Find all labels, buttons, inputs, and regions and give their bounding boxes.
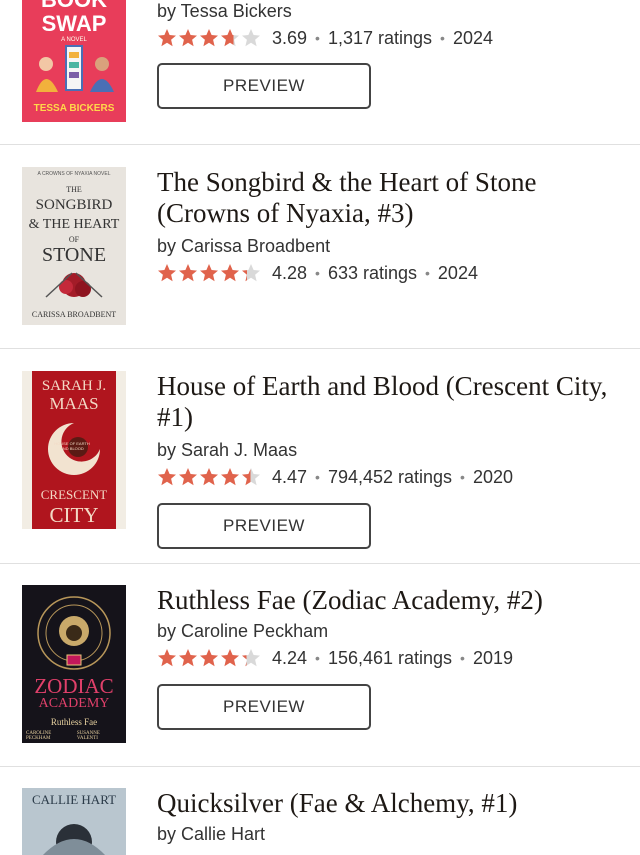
star-icon: [242, 649, 260, 667]
book-cover[interactable]: BOOK SWAP A NOVEL TESSA BICKERS: [22, 0, 126, 122]
star-icon: [158, 264, 176, 282]
star-icon: [158, 29, 176, 47]
separator-dot: •: [425, 265, 430, 281]
star-rating: [157, 467, 262, 487]
star-icon: [242, 468, 260, 486]
book-author[interactable]: by Callie Hart: [157, 823, 620, 845]
book-title[interactable]: Quicksilver (Fae & Alchemy, #1): [157, 788, 620, 819]
publication-year: 2020: [472, 466, 513, 487]
star-icon: [221, 468, 239, 486]
cover-tag: A NOVEL: [61, 37, 87, 43]
cover-author: SUSANNE VALENTI: [76, 731, 100, 741]
book-title[interactable]: The Songbird & the Heart of Stone (Crown…: [157, 167, 620, 229]
separator-dot: •: [315, 650, 320, 666]
book-cover[interactable]: ZODIAC ACADEMY Ruthless Fae CAROLINE PEC…: [22, 585, 126, 743]
average-rating: 3.69: [272, 27, 308, 48]
book-author[interactable]: by Tessa Bickers: [157, 0, 620, 22]
star-icon: [179, 264, 197, 282]
publication-year: 2024: [452, 27, 493, 48]
star-icon: [200, 29, 218, 47]
cover-title: CRESCENT CITY: [40, 487, 108, 527]
star-icon: [200, 468, 218, 486]
book-item: ZODIAC ACADEMY Ruthless Fae CAROLINE PEC…: [0, 564, 640, 767]
ratings-count: 794,452 ratings: [327, 466, 453, 487]
cover-subtitle: Ruthless Fae: [50, 717, 98, 727]
publication-year: 2019: [472, 647, 513, 668]
preview-button[interactable]: PREVIEW: [157, 63, 371, 109]
book-title[interactable]: House of Earth and Blood (Crescent City,…: [157, 371, 620, 433]
cover-series: A CROWNS OF NYAXIA NOVEL: [37, 171, 111, 177]
cover-title: THE SONGBIRD & THE HEART OF STONE: [28, 185, 120, 266]
star-icon: [179, 649, 197, 667]
cover-author: CARISSA BROADBENT: [31, 310, 117, 319]
cover-title: BOOK SWAP: [41, 0, 107, 36]
cover-illustration: [37, 596, 111, 670]
star-rating: [157, 648, 262, 668]
book-author[interactable]: by Sarah J. Maas: [157, 439, 620, 461]
publication-year: 2024: [437, 262, 478, 283]
separator-dot: •: [315, 265, 320, 281]
cover-illustration: [36, 45, 114, 92]
rating-row: 4.47 • 794,452 ratings • 2020: [157, 465, 620, 489]
ratings-count: 633 ratings: [327, 262, 418, 283]
book-item: SARAH J. MAAS HOUSE OF EARTH AND BLOOD C…: [0, 349, 640, 564]
star-icon: [221, 29, 239, 47]
book-cover[interactable]: SARAH J. MAAS HOUSE OF EARTH AND BLOOD C…: [22, 371, 126, 529]
ratings-count: 1,317 ratings: [327, 27, 433, 48]
cover-title: ZODIAC ACADEMY: [34, 674, 114, 712]
separator-dot: •: [315, 30, 320, 46]
rating-row: 4.24 • 156,461 ratings • 2019: [157, 646, 620, 670]
book-item: CALLIE HART Quicksilver (Fae & Alchemy, …: [0, 767, 640, 855]
average-rating: 4.47: [272, 466, 308, 487]
average-rating: 4.24: [272, 647, 308, 668]
book-item: A CROWNS OF NYAXIA NOVEL THE SONGBIRD & …: [0, 145, 640, 349]
star-icon: [242, 264, 260, 282]
separator-dot: •: [315, 469, 320, 485]
rating-row: 3.69 • 1,317 ratings • 2024: [157, 26, 620, 50]
cover-illustration: [45, 272, 103, 298]
cover-illustration: [43, 824, 105, 855]
star-icon: [158, 468, 176, 486]
book-cover[interactable]: A CROWNS OF NYAXIA NOVEL THE SONGBIRD & …: [22, 167, 126, 325]
cover-authors: CAROLINE PECKHAM SUSANNE VALENTI: [26, 731, 122, 741]
star-icon: [179, 29, 197, 47]
book-author[interactable]: by Carissa Broadbent: [157, 235, 620, 257]
book-cover[interactable]: CALLIE HART: [22, 788, 126, 855]
separator-dot: •: [460, 469, 465, 485]
star-icon: [242, 29, 260, 47]
star-icon: [179, 468, 197, 486]
star-icon: [200, 649, 218, 667]
average-rating: 4.28: [272, 262, 308, 283]
cover-subtitle: HOUSE OF EARTH AND BLOOD: [54, 441, 90, 451]
star-icon: [221, 264, 239, 282]
preview-button[interactable]: PREVIEW: [157, 503, 371, 549]
separator-dot: •: [460, 650, 465, 666]
star-icon: [221, 649, 239, 667]
book-title[interactable]: Ruthless Fae (Zodiac Academy, #2): [157, 585, 620, 616]
star-icon: [158, 649, 176, 667]
star-icon: [200, 264, 218, 282]
cover-author: CALLIE HART: [31, 792, 117, 807]
rating-row: 4.28 • 633 ratings • 2024: [157, 261, 620, 285]
book-item: BOOK SWAP A NOVEL TESSA BICKERS by Tessa…: [0, 0, 640, 145]
cover-author: SARAH J. MAAS: [41, 378, 107, 413]
separator-dot: •: [440, 30, 445, 46]
cover-author: CAROLINE PECKHAM: [26, 731, 52, 741]
book-author[interactable]: by Caroline Peckham: [157, 620, 620, 642]
star-rating: [157, 28, 262, 48]
cover-author: TESSA BICKERS: [33, 103, 115, 114]
star-rating: [157, 263, 262, 283]
preview-button[interactable]: PREVIEW: [157, 684, 371, 730]
ratings-count: 156,461 ratings: [327, 647, 453, 668]
